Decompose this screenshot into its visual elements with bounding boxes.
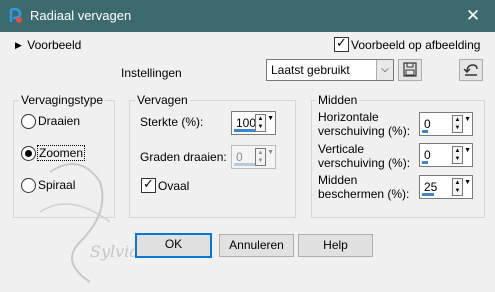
- strength-spinbox[interactable]: 100 ▲ ▼ ▼: [231, 111, 276, 135]
- protect-center-value: 25: [424, 180, 438, 194]
- app-icon: [9, 8, 22, 23]
- twist-slider-bar: [234, 163, 255, 166]
- checkmark-icon: ✓: [143, 176, 154, 191]
- twist-stepper: ▲ ▼: [255, 148, 266, 166]
- v-offset-slider-bar: [422, 161, 428, 164]
- settings-label: Instellingen: [121, 66, 182, 80]
- strength-label: Sterkte (%):: [140, 115, 204, 129]
- strength-stepper[interactable]: ▲ ▼: [255, 114, 266, 132]
- v-offset-stepper[interactable]: ▲ ▼: [452, 146, 463, 164]
- title-bar[interactable]: Radiaal vervagen ✕: [0, 0, 495, 32]
- h-offset-value: 0: [424, 117, 431, 131]
- blur-type-radio-spiraal[interactable]: [21, 178, 36, 193]
- h-offset-stepper[interactable]: ▲ ▼: [452, 115, 463, 133]
- strength-value: 100: [236, 116, 257, 130]
- blur-type-label-draaien: Draaien: [38, 114, 81, 128]
- twist-degrees-label: Graden draaien:: [140, 150, 227, 164]
- triangle-right-icon: ▶: [15, 40, 22, 50]
- protect-center-label-2: beschermen (%):: [318, 187, 410, 201]
- twist-degrees-value: 0: [236, 150, 243, 164]
- h-offset-label-1: Horizontale: [318, 110, 379, 124]
- blur-type-radio-draaien[interactable]: [21, 114, 36, 129]
- blur-type-label-spiraal: Spiraal: [38, 178, 76, 192]
- chevron-down-icon: ⌵: [376, 60, 393, 80]
- slider-arrow-icon[interactable]: ▼: [464, 147, 471, 154]
- v-offset-value: 0: [424, 148, 431, 162]
- help-button[interactable]: Help: [298, 234, 373, 257]
- preview-toggle-label: Voorbeeld: [27, 38, 82, 52]
- dialog-body: ▶ Voorbeeld ✓ Voorbeeld op afbeelding In…: [0, 32, 495, 283]
- preview-on-image-label: Voorbeeld op afbeelding: [351, 38, 481, 52]
- blur-type-label-zoomen: Zoomen: [37, 145, 86, 161]
- slider-arrow-icon[interactable]: ▼: [267, 115, 274, 122]
- v-offset-spinbox[interactable]: 0 ▲ ▼ ▼: [419, 143, 473, 167]
- blur-type-title: Vervagingstype: [19, 93, 106, 107]
- reset-defaults-button[interactable]: [459, 59, 483, 81]
- protect-center-slider-bar: [422, 193, 434, 196]
- blur-type-radio-zoomen[interactable]: [21, 146, 36, 161]
- twist-degrees-spinbox: 0 ▲ ▼ ▼: [231, 145, 276, 169]
- protect-center-label-1: Midden: [318, 173, 358, 187]
- window-title: Radiaal vervagen: [30, 8, 132, 23]
- h-offset-label-2: verschuiving (%):: [318, 124, 411, 138]
- floppy-disk-icon: [403, 62, 417, 77]
- preset-select-value: Laatst gebruikt: [271, 63, 350, 77]
- save-preset-button[interactable]: [398, 59, 422, 81]
- reset-icon: [463, 64, 478, 76]
- protect-center-spinbox[interactable]: 25 ▲ ▼ ▼: [419, 175, 473, 199]
- ok-button[interactable]: OK: [135, 233, 212, 258]
- checkmark-icon: ✓: [336, 35, 347, 50]
- center-group-title: Midden: [316, 93, 360, 107]
- v-offset-label-1: Verticale: [318, 142, 365, 156]
- strength-slider-bar: [234, 129, 255, 132]
- cancel-button[interactable]: Annuleren: [219, 234, 294, 257]
- oval-label: Ovaal: [158, 179, 190, 193]
- protect-center-stepper[interactable]: ▲ ▼: [452, 178, 463, 196]
- v-offset-label-2: verschuiving (%):: [318, 156, 411, 170]
- slider-arrow-icon[interactable]: ▼: [464, 116, 471, 123]
- h-offset-spinbox[interactable]: 0 ▲ ▼ ▼: [419, 112, 473, 136]
- close-button[interactable]: ✕: [457, 4, 489, 28]
- h-offset-slider-bar: [422, 130, 428, 133]
- radio-selected-dot: [25, 150, 32, 157]
- slider-arrow-icon: ▼: [267, 149, 274, 156]
- preset-select[interactable]: Laatst gebruikt ⌵: [266, 59, 394, 81]
- slider-arrow-icon[interactable]: ▼: [464, 179, 471, 186]
- blur-group-title: Vervagen: [135, 93, 190, 107]
- preview-toggle[interactable]: ▶ Voorbeeld: [15, 38, 81, 52]
- preview-on-image-checkbox[interactable]: ✓: [334, 35, 349, 52]
- oval-checkbox[interactable]: ✓: [141, 176, 156, 193]
